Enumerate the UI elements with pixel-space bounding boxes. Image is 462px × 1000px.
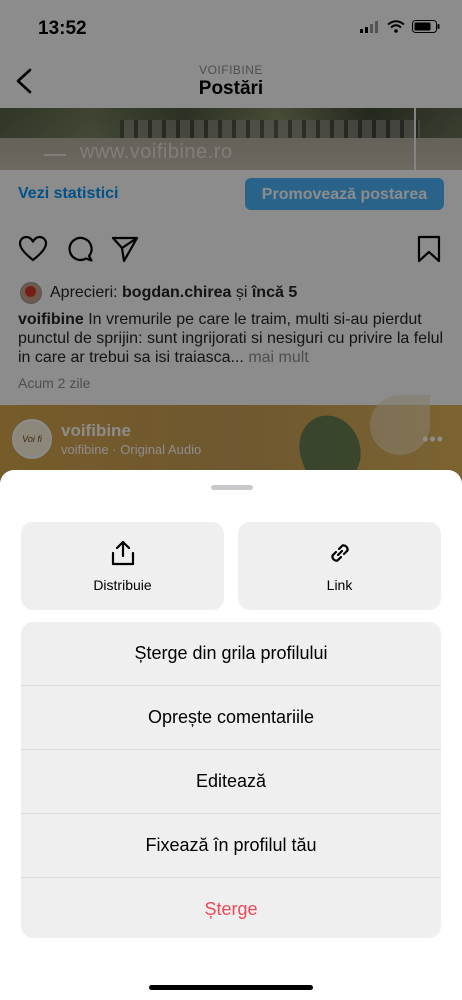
pin-to-profile-item[interactable]: Fixează în profilul tău: [21, 814, 441, 878]
turn-off-comments-item[interactable]: Oprește comentariile: [21, 686, 441, 750]
link-tile-label: Link: [326, 577, 353, 593]
home-indicator[interactable]: [149, 985, 313, 990]
share-tile-label: Distribuie: [93, 577, 152, 593]
edit-item[interactable]: Editează: [21, 750, 441, 814]
options-menu: Șterge din grila profilului Oprește come…: [21, 622, 441, 938]
link-tile-button[interactable]: Link: [238, 522, 441, 610]
sheet-drag-handle[interactable]: [211, 485, 253, 490]
remove-from-grid-item[interactable]: Șterge din grila profilului: [21, 622, 441, 686]
share-upload-icon: [111, 540, 134, 566]
share-tile-button[interactable]: Distribuie: [21, 522, 224, 610]
delete-item[interactable]: Șterge: [21, 878, 441, 938]
link-icon: [330, 544, 349, 562]
